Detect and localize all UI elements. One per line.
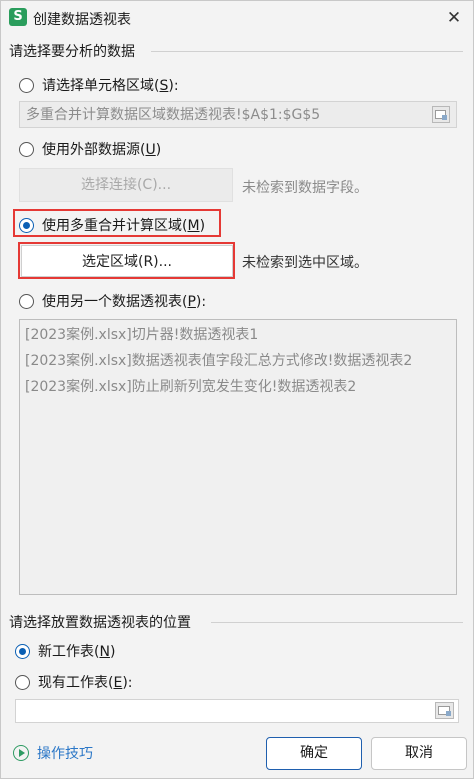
radio-button[interactable] <box>19 141 34 157</box>
radio-button-checked[interactable] <box>15 643 30 659</box>
placement-section-title: 请选择放置数据透视表的位置 <box>9 615 191 631</box>
radio-label: 使用多重合并计算区域(M) <box>42 218 206 234</box>
pivot-table-list[interactable]: [2023案例.xlsx]切片器!数据透视表1 [2023案例.xlsx]数据透… <box>19 319 457 595</box>
radio-button-checked[interactable] <box>19 217 34 233</box>
list-item[interactable]: [2023案例.xlsx]数据透视表值字段汇总方式修改!数据透视表2 <box>25 350 451 376</box>
radio-button[interactable] <box>19 293 34 309</box>
tips-link[interactable]: 操作技巧 <box>13 743 93 763</box>
title-bar: S 创建数据透视表 ✕ <box>1 1 473 35</box>
radio-external-source[interactable]: 使用外部数据源(U) <box>19 139 161 159</box>
range-input[interactable]: 多重合并计算数据区域数据透视表!$A$1:$G$5 <box>19 101 457 128</box>
play-circle-icon <box>13 745 29 761</box>
create-pivot-table-dialog: S 创建数据透视表 ✕ 请选择要分析的数据 请选择单元格区域(S): 多重合并计… <box>0 0 474 779</box>
radio-label: 现有工作表(E): <box>38 675 133 691</box>
cancel-button[interactable]: 取消 <box>371 737 467 770</box>
wps-spreadsheet-icon: S <box>9 8 27 26</box>
section-divider <box>211 622 463 623</box>
list-item[interactable]: [2023案例.xlsx]防止刷新列宽发生变化!数据透视表2 <box>25 376 451 402</box>
choose-connection-button[interactable]: 选择连接(C)... <box>19 168 233 202</box>
radio-other-pivot-table[interactable]: 使用另一个数据透视表(P): <box>19 291 206 311</box>
section-divider <box>151 51 463 52</box>
ok-button[interactable]: 确定 <box>266 737 362 770</box>
radio-existing-worksheet[interactable]: 现有工作表(E): <box>15 672 133 692</box>
tips-label: 操作技巧 <box>37 746 93 762</box>
radio-label: 新工作表(N) <box>38 644 116 660</box>
radio-label: 使用外部数据源(U) <box>42 142 162 158</box>
radio-button[interactable] <box>19 77 34 93</box>
range-picker-icon[interactable] <box>435 702 454 719</box>
range-value: 多重合并计算数据区域数据透视表!$A$1:$G$5 <box>26 107 321 123</box>
radio-new-worksheet[interactable]: 新工作表(N) <box>15 641 115 661</box>
source-section-title: 请选择要分析的数据 <box>9 44 135 60</box>
position-input[interactable] <box>15 699 459 723</box>
range-picker-icon[interactable] <box>432 106 450 123</box>
radio-label: 使用另一个数据透视表(P): <box>42 294 207 310</box>
list-item[interactable]: [2023案例.xlsx]切片器!数据透视表1 <box>25 324 451 350</box>
close-icon[interactable]: ✕ <box>443 7 465 29</box>
region-status-text: 未检索到选中区域。 <box>242 255 368 271</box>
radio-label: 请选择单元格区域(S): <box>42 78 179 94</box>
radio-button[interactable] <box>15 674 30 690</box>
dialog-title: 创建数据透视表 <box>33 12 131 28</box>
radio-select-range[interactable]: 请选择单元格区域(S): <box>19 75 179 95</box>
external-status-text: 未检索到数据字段。 <box>242 180 368 196</box>
highlight-select-region <box>18 242 235 279</box>
radio-multiple-consolidation[interactable]: 使用多重合并计算区域(M) <box>19 215 205 235</box>
